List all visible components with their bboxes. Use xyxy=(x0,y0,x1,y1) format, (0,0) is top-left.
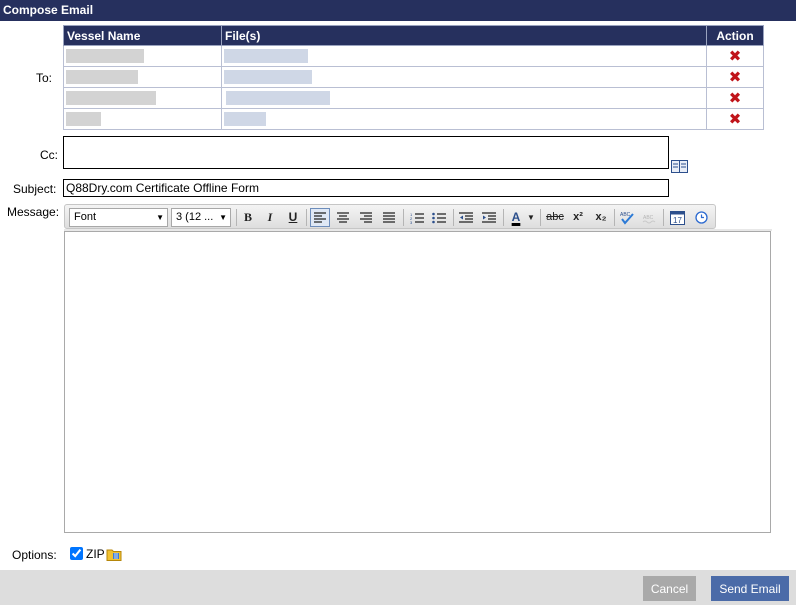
redacted-vessel-name xyxy=(66,91,156,106)
chevron-down-icon: ▼ xyxy=(219,213,227,222)
bold-button[interactable]: B xyxy=(238,208,258,227)
action-cell: ✖ xyxy=(706,108,764,130)
zip-checkbox[interactable] xyxy=(70,547,83,560)
justify-icon xyxy=(383,212,395,223)
align-center-button[interactable] xyxy=(333,208,353,227)
bulleted-list-icon xyxy=(432,212,446,224)
message-editor[interactable] xyxy=(64,231,771,533)
indent-icon xyxy=(482,212,496,223)
align-center-icon xyxy=(337,212,349,223)
toolbar-separator xyxy=(663,209,664,226)
insert-time-button[interactable] xyxy=(691,208,711,227)
table-header-row: Vessel Name File(s) Action xyxy=(63,25,764,46)
vessel-cell xyxy=(63,108,222,130)
indent-button[interactable] xyxy=(479,208,499,227)
delete-x-icon[interactable]: ✖ xyxy=(729,110,742,128)
toolbar-separator xyxy=(453,209,454,226)
table-row: ✖ xyxy=(63,66,764,88)
action-cell: ✖ xyxy=(706,45,764,67)
table-row: ✖ xyxy=(63,87,764,109)
action-cell: ✖ xyxy=(706,66,764,88)
delete-x-icon[interactable]: ✖ xyxy=(729,89,742,107)
toolbar-separator xyxy=(403,209,404,226)
italic-button[interactable]: I xyxy=(260,208,280,227)
font-size-select[interactable]: 3 (12 ... ▼ xyxy=(171,208,231,227)
underline-button[interactable]: U xyxy=(283,208,303,227)
calendar-icon: 17 xyxy=(669,211,685,226)
zip-folder-icon xyxy=(106,549,122,561)
font-size-value: 3 (12 ... xyxy=(176,211,214,223)
justify-button[interactable] xyxy=(379,208,399,227)
numbered-list-button[interactable]: 123 xyxy=(407,208,427,227)
message-label: Message: xyxy=(7,205,60,219)
redacted-vessel-name xyxy=(66,70,138,85)
redacted-file-name[interactable] xyxy=(226,91,330,106)
window-title: Compose Email xyxy=(0,0,796,21)
strikethrough-button[interactable]: abc xyxy=(543,208,567,227)
files-cell xyxy=(221,108,707,130)
address-book-icon[interactable] xyxy=(671,160,688,173)
superscript-button[interactable]: x² xyxy=(568,208,588,227)
column-header-action: Action xyxy=(706,25,764,46)
toolbar-separator xyxy=(236,209,237,226)
delete-x-icon[interactable]: ✖ xyxy=(729,47,742,65)
redacted-file-name[interactable] xyxy=(224,49,308,64)
redacted-file-name[interactable] xyxy=(224,70,312,85)
recipients-table: Vessel Name File(s) Action ✖ ✖ ✖ ✖ xyxy=(63,25,764,130)
outdent-icon xyxy=(459,212,473,223)
clock-icon xyxy=(694,211,708,224)
files-cell xyxy=(221,45,707,67)
editor-toolbar: Font ▼ 3 (12 ... ▼ B I U 123 A ▼ abc x² … xyxy=(64,204,716,229)
send-email-button[interactable]: Send Email xyxy=(711,576,789,601)
toolbar-separator xyxy=(614,209,615,226)
insert-date-button[interactable]: 17 xyxy=(667,208,687,227)
column-header-files[interactable]: File(s) xyxy=(221,25,707,46)
font-select[interactable]: Font ▼ xyxy=(69,208,168,227)
toolbar-separator xyxy=(306,209,307,226)
outdent-button[interactable] xyxy=(456,208,476,227)
spellcheck-icon: ABC xyxy=(620,212,634,225)
bulleted-list-button[interactable] xyxy=(429,208,449,227)
spellcheck-button[interactable]: ABC xyxy=(617,208,637,227)
files-cell xyxy=(221,87,707,109)
chevron-down-icon: ▼ xyxy=(156,213,164,222)
font-color-button[interactable]: A xyxy=(506,208,526,227)
toolbar-separator xyxy=(540,209,541,226)
vessel-cell xyxy=(63,45,222,67)
align-left-icon xyxy=(314,212,326,223)
options-label: Options: xyxy=(12,548,57,562)
font-color-icon: A xyxy=(511,210,521,224)
to-label: To: xyxy=(36,71,53,85)
numbered-list-icon: 123 xyxy=(410,212,424,225)
subject-label: Subject: xyxy=(13,182,57,196)
vessel-cell xyxy=(63,66,222,88)
redacted-vessel-name xyxy=(66,49,144,64)
files-cell xyxy=(221,66,707,88)
delete-x-icon[interactable]: ✖ xyxy=(729,68,742,86)
table-row: ✖ xyxy=(63,45,764,67)
spellcheck-disabled-button[interactable]: ABC xyxy=(640,208,660,227)
zip-label[interactable]: ZIP xyxy=(86,547,105,561)
cancel-button[interactable]: Cancel xyxy=(643,576,696,601)
cc-label: Cc: xyxy=(40,148,58,162)
redacted-vessel-name xyxy=(66,112,101,127)
svg-text:ABC: ABC xyxy=(643,215,654,221)
column-header-vessel-name[interactable]: Vessel Name xyxy=(63,25,222,46)
align-left-button[interactable] xyxy=(310,208,330,227)
svg-text:17: 17 xyxy=(673,216,682,225)
subject-input[interactable]: Q88Dry.com Certificate Offline Form xyxy=(63,179,669,197)
svg-text:3: 3 xyxy=(410,220,413,224)
table-row: ✖ xyxy=(63,108,764,130)
cc-field[interactable] xyxy=(63,136,669,169)
toolbar-separator xyxy=(503,209,504,226)
action-cell: ✖ xyxy=(706,87,764,109)
font-select-value: Font xyxy=(74,211,97,223)
spellcheck-disabled-icon: ABC xyxy=(642,215,656,224)
vessel-cell xyxy=(63,87,222,109)
align-right-button[interactable] xyxy=(356,208,376,227)
align-right-icon xyxy=(360,212,372,223)
redacted-file-name[interactable] xyxy=(224,112,266,127)
subscript-button[interactable]: x₂ xyxy=(591,208,611,227)
font-color-dropdown[interactable]: ▼ xyxy=(526,208,536,227)
